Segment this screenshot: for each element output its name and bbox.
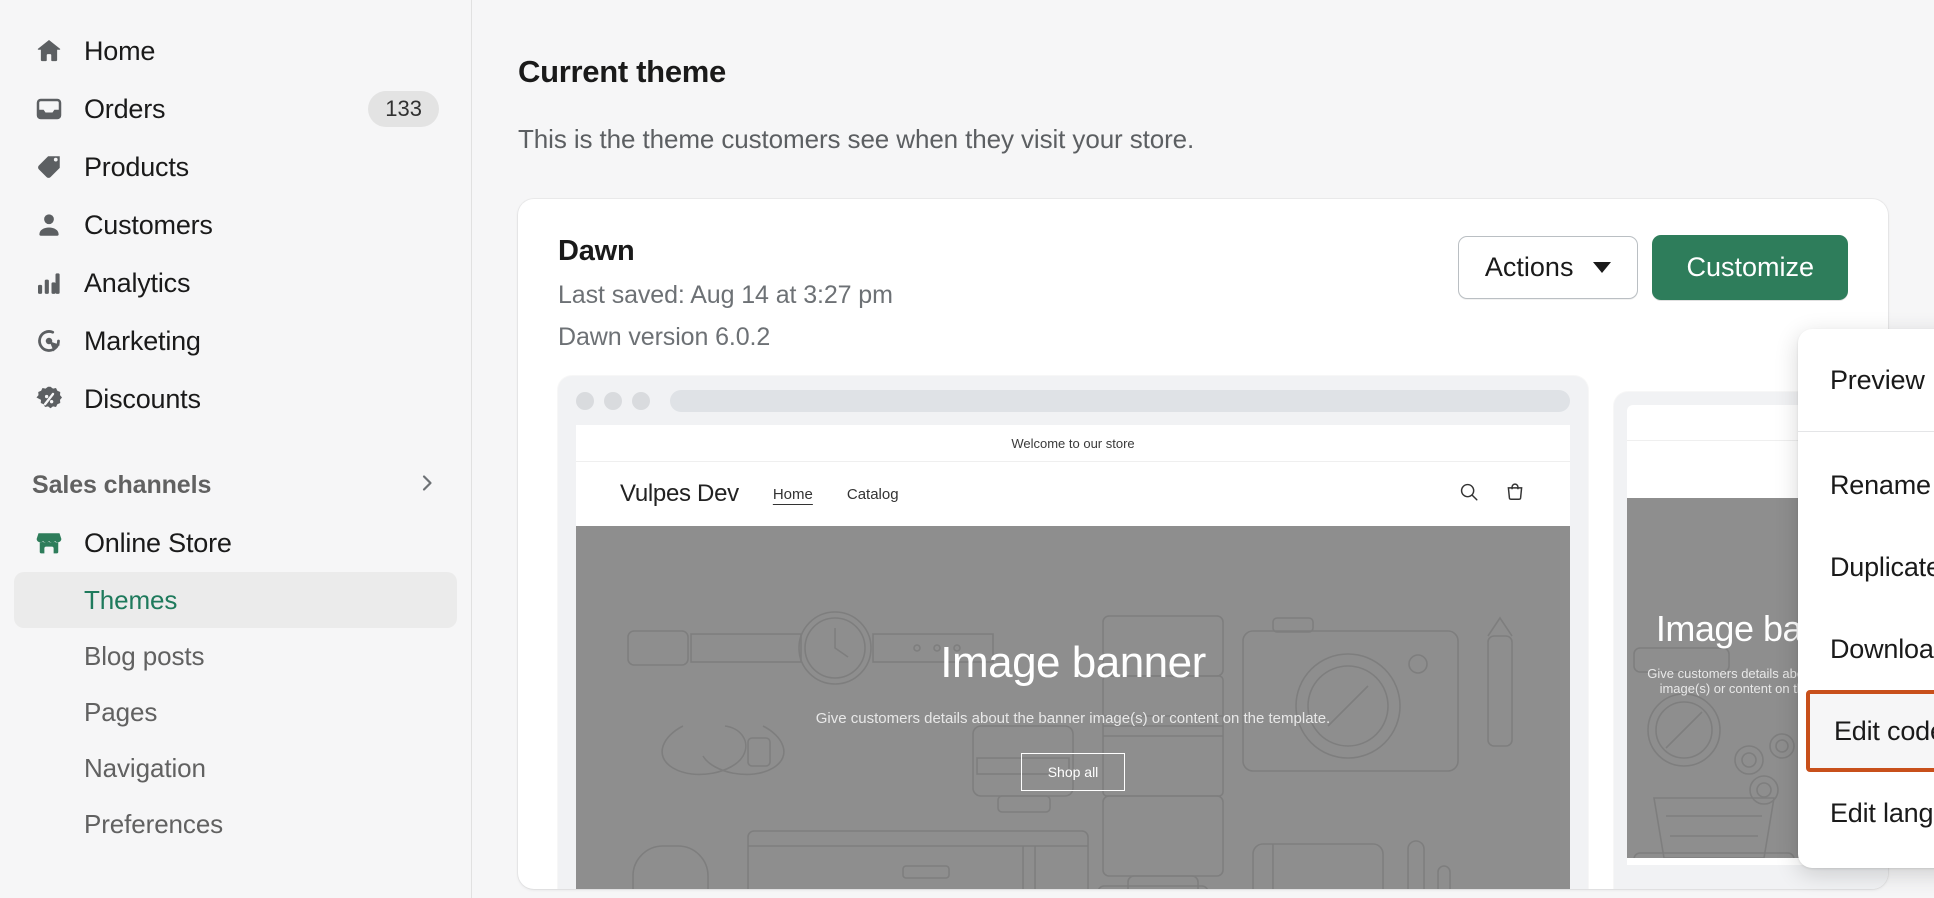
customers-person-icon: [32, 208, 66, 242]
orders-count-badge: 133: [368, 91, 439, 127]
sidebar-item-navigation[interactable]: Navigation: [14, 740, 457, 796]
chevron-right-icon: [415, 471, 439, 500]
theme-name: Dawn: [558, 235, 635, 267]
page-subtitle: This is the theme customers see when the…: [518, 124, 1195, 154]
sidebar-item-discounts[interactable]: Discounts: [14, 370, 457, 428]
dropdown-item-preview[interactable]: Preview: [1798, 339, 1934, 421]
theme-previews: Welcome to our store Vulpes Dev Home Cat…: [558, 376, 1888, 889]
sidebar-item-label: Analytics: [84, 267, 191, 298]
customize-button[interactable]: Customize: [1652, 235, 1848, 300]
sidebar-item-analytics[interactable]: Analytics: [14, 254, 457, 312]
theme-card-actions: Actions Customize: [1457, 235, 1848, 300]
theme-version: Dawn version 6.0.2: [558, 323, 771, 351]
products-tag-icon: [32, 150, 66, 184]
shop-all-button[interactable]: Shop all: [1020, 753, 1126, 791]
dropdown-item-download-theme-file[interactable]: Download theme file: [1798, 608, 1934, 690]
sidebar-item-orders[interactable]: Orders 133: [14, 80, 457, 138]
sidebar: Home Orders 133 Products Customers Analy…: [0, 0, 472, 898]
home-icon: [32, 34, 66, 68]
dropdown-item-edit-code[interactable]: Edit code: [1806, 690, 1934, 772]
window-dot-icon: [576, 392, 594, 410]
sidebar-item-online-store[interactable]: Online Store: [14, 514, 457, 572]
sidebar-section-sales-channels[interactable]: Sales channels: [14, 462, 457, 508]
theme-card-header: Dawn Last saved: Aug 14 at 3:27 pm Dawn …: [558, 235, 1848, 352]
analytics-bars-icon: [32, 266, 66, 300]
sidebar-section-label: Sales channels: [32, 470, 212, 499]
banner-title: Image banner: [940, 638, 1206, 687]
dropdown-separator: [1798, 431, 1934, 432]
marketing-target-icon: [32, 324, 66, 358]
sidebar-item-products[interactable]: Products: [14, 138, 457, 196]
storefront-icon: [32, 526, 66, 560]
banner-description: Give customers details about the banner …: [815, 710, 1331, 727]
sidebar-item-blog-posts[interactable]: Blog posts: [14, 628, 457, 684]
admin-app: Home Orders 133 Products Customers Analy…: [0, 0, 1934, 898]
actions-button-label: Actions: [1484, 252, 1574, 282]
orders-icon: [32, 92, 66, 126]
discounts-percent-icon: [32, 382, 66, 416]
storefront-nav: Vulpes Dev Home Catalog: [576, 462, 1570, 526]
theme-last-saved: Last saved: Aug 14 at 3:27 pm: [558, 281, 893, 309]
theme-info: Dawn Last saved: Aug 14 at 3:27 pm Dawn …: [558, 235, 893, 352]
sidebar-item-label: Products: [84, 151, 189, 182]
sidebar-item-label: Online Store: [84, 527, 232, 558]
actions-dropdown-menu: Preview RenameDuplicateDownload theme fil…: [1798, 329, 1934, 868]
sidebar-item-label: Customers: [84, 209, 213, 240]
sidebar-item-label: Orders: [84, 93, 166, 124]
banner-text-block: Image banner Give customers details abou…: [576, 638, 1570, 791]
desktop-preview[interactable]: Welcome to our store Vulpes Dev Home Cat…: [558, 376, 1588, 889]
nav-link-home[interactable]: Home: [773, 486, 813, 503]
actions-button[interactable]: Actions: [1457, 236, 1639, 299]
announcement-bar: Welcome to our store: [576, 425, 1570, 462]
window-dot-icon: [604, 392, 622, 410]
image-banner-section: Image banner Give customers details abou…: [576, 526, 1570, 889]
sidebar-subitem-label: Preferences: [84, 808, 224, 839]
sidebar-subitem-label: Navigation: [84, 752, 206, 783]
dropdown-item-edit-languages[interactable]: Edit languages: [1798, 772, 1934, 854]
search-icon[interactable]: [1458, 481, 1480, 508]
sidebar-item-label: Marketing: [84, 325, 201, 356]
dropdown-item-duplicate[interactable]: Duplicate: [1798, 526, 1934, 608]
current-theme-card: Dawn Last saved: Aug 14 at 3:27 pm Dawn …: [518, 199, 1888, 889]
window-dot-icon: [632, 392, 650, 410]
sidebar-item-label: Discounts: [84, 383, 201, 414]
sidebar-item-customers[interactable]: Customers: [14, 196, 457, 254]
sidebar-subitem-label: Themes: [84, 584, 178, 615]
storefront-preview: Welcome to our store Vulpes Dev Home Cat…: [576, 425, 1570, 889]
nav-link-catalog[interactable]: Catalog: [847, 486, 899, 503]
sidebar-item-pages[interactable]: Pages: [14, 684, 457, 740]
main-content: Current theme This is the theme customer…: [472, 0, 1934, 898]
cart-icon[interactable]: [1504, 481, 1526, 508]
chevron-down-icon: [1593, 262, 1612, 273]
sidebar-subitem-label: Pages: [84, 696, 158, 727]
sidebar-item-marketing[interactable]: Marketing: [14, 312, 457, 370]
sidebar-item-home[interactable]: Home: [14, 22, 457, 80]
storefront-nav-right: [1458, 481, 1526, 508]
page-title: Current theme: [518, 54, 726, 89]
sidebar-subitem-label: Blog posts: [84, 640, 205, 671]
store-brand: Vulpes Dev: [620, 480, 739, 507]
browser-url-bar: [670, 390, 1570, 412]
dropdown-item-rename[interactable]: Rename: [1798, 444, 1934, 526]
sidebar-item-themes[interactable]: Themes: [14, 572, 457, 628]
sidebar-item-preferences[interactable]: Preferences: [14, 796, 457, 852]
browser-chrome-bar: [576, 390, 1570, 425]
sidebar-item-label: Home: [84, 35, 156, 66]
